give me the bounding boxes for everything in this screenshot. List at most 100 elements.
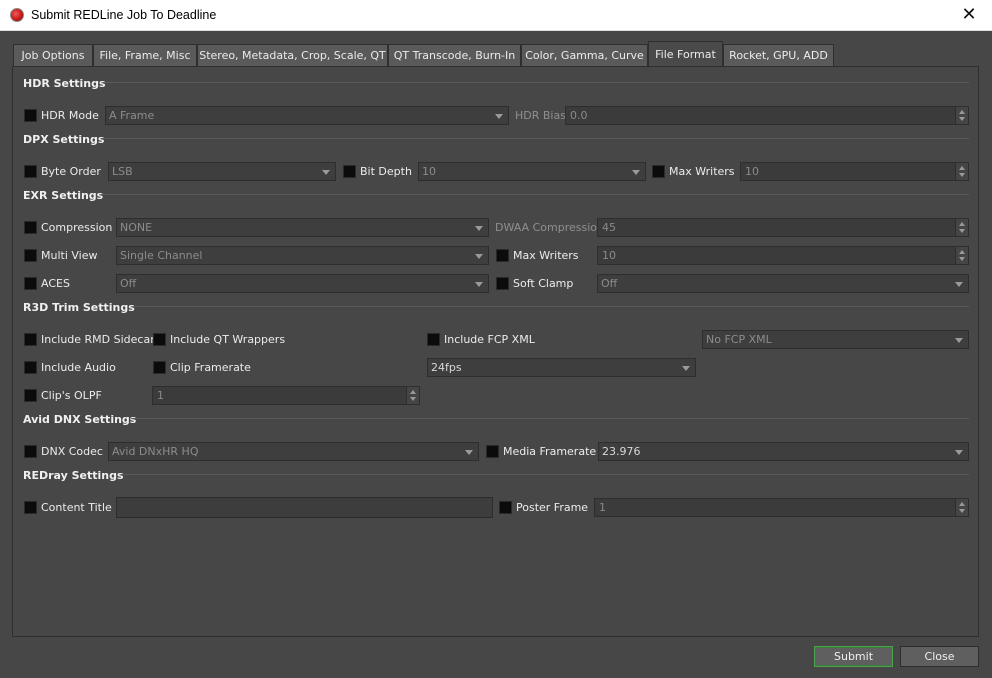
file-format-panel: HDR Settings HDR Mode A Frame HDR Bias 0… (12, 66, 979, 637)
hdr-settings-title: HDR Settings (23, 77, 106, 90)
spin-down-icon (410, 397, 416, 401)
hdr-divider (103, 82, 969, 83)
window-close-button[interactable]: ✕ (946, 0, 992, 31)
chevron-down-icon (475, 226, 483, 231)
clip-framerate-label: Clip Framerate (170, 361, 251, 374)
spin-up-icon (959, 502, 965, 506)
title-bar: Submit REDLine Job To Deadline ✕ (0, 0, 992, 31)
exr-settings-title: EXR Settings (23, 189, 104, 202)
dpx-max-writers-label: Max Writers (669, 165, 735, 178)
multi-view-label: Multi View (41, 249, 98, 262)
redline-app-icon (10, 8, 24, 22)
include-qt-wrappers-checkbox[interactable] (153, 333, 166, 346)
include-audio-label: Include Audio (41, 361, 116, 374)
clips-olpf-spinbox[interactable]: 1 (152, 386, 420, 405)
dnx-codec-select[interactable]: Avid DNxHR HQ (108, 442, 479, 461)
content-title-label: Content Title (41, 501, 112, 514)
poster-frame-checkbox[interactable] (499, 501, 512, 514)
multi-view-select[interactable]: Single Channel (116, 246, 489, 265)
clip-framerate-checkbox[interactable] (153, 361, 166, 374)
tab-file-format[interactable]: File Format (648, 41, 723, 66)
tab-file-frame-misc[interactable]: File, Frame, Misc (93, 44, 197, 66)
spin-up-icon (959, 222, 965, 226)
spin-up-icon (959, 110, 965, 114)
spin-buttons[interactable] (955, 219, 968, 236)
spin-down-icon (959, 229, 965, 233)
chevron-down-icon (465, 450, 473, 455)
multi-view-checkbox[interactable] (24, 249, 37, 262)
soft-clamp-select[interactable]: Off (597, 274, 969, 293)
hdr-mode-label: HDR Mode (41, 109, 99, 122)
chevron-down-icon (955, 338, 963, 343)
spin-down-icon (959, 257, 965, 261)
redray-divider (121, 474, 969, 475)
include-qt-wrappers-label: Include QT Wrappers (170, 333, 286, 346)
dpx-max-writers-spinbox[interactable]: 10 (740, 162, 969, 181)
tab-job-options[interactable]: Job Options (13, 44, 93, 66)
dpx-max-writers-checkbox[interactable] (652, 165, 665, 178)
hdr-bias-spinbox[interactable]: 0.0 (565, 106, 969, 125)
compression-select[interactable]: NONE (116, 218, 489, 237)
close-button[interactable]: Close (900, 646, 979, 667)
exr-max-writers-label: Max Writers (513, 249, 579, 262)
clips-olpf-checkbox[interactable] (24, 389, 37, 402)
media-framerate-select[interactable]: 23.976 (598, 442, 969, 461)
window-title: Submit REDLine Job To Deadline (31, 8, 217, 22)
exr-max-writers-spinbox[interactable]: 10 (597, 246, 969, 265)
media-framerate-checkbox[interactable] (486, 445, 499, 458)
byte-order-label: Byte Order (41, 165, 101, 178)
chevron-down-icon (682, 366, 690, 371)
hdr-mode-checkbox[interactable] (24, 109, 37, 122)
compression-label: Compression (41, 221, 113, 234)
byte-order-checkbox[interactable] (24, 165, 37, 178)
content-title-checkbox[interactable] (24, 501, 37, 514)
submit-button[interactable]: Submit (814, 646, 893, 667)
chevron-down-icon (632, 170, 640, 175)
spin-buttons[interactable] (955, 107, 968, 124)
tab-stereo-metadata[interactable]: Stereo, Metadata, Crop, Scale, QT (197, 44, 388, 66)
fcp-xml-select[interactable]: No FCP XML (702, 330, 969, 349)
tab-rocket-gpu[interactable]: Rocket, GPU, ADD (723, 44, 834, 66)
spin-buttons[interactable] (955, 247, 968, 264)
tab-qt-transcode[interactable]: QT Transcode, Burn-In (388, 44, 521, 66)
compression-checkbox[interactable] (24, 221, 37, 234)
poster-frame-spinbox[interactable]: 1 (594, 498, 969, 517)
include-rmd-sidecar-checkbox[interactable] (24, 333, 37, 346)
bit-depth-select[interactable]: 10 (418, 162, 646, 181)
dnx-codec-label: DNX Codec (41, 445, 103, 458)
soft-clamp-label: Soft Clamp (513, 277, 574, 290)
spin-buttons[interactable] (955, 163, 968, 180)
redray-settings-title: REDray Settings (23, 469, 124, 482)
include-fcp-xml-checkbox[interactable] (427, 333, 440, 346)
dwaa-compression-spinbox[interactable]: 45 (597, 218, 969, 237)
r3d-divider (133, 306, 969, 307)
include-audio-checkbox[interactable] (24, 361, 37, 374)
spin-buttons[interactable] (955, 499, 968, 516)
clips-olpf-label: Clip's OLPF (41, 389, 102, 402)
bit-depth-label: Bit Depth (360, 165, 412, 178)
tab-color-gamma[interactable]: Color, Gamma, Curve (521, 44, 648, 66)
dwaa-compression-label: DWAA Compression (495, 221, 604, 234)
content-title-input[interactable] (116, 497, 493, 518)
chevron-down-icon (322, 170, 330, 175)
r3d-trim-settings-title: R3D Trim Settings (23, 301, 135, 314)
aces-checkbox[interactable] (24, 277, 37, 290)
bit-depth-checkbox[interactable] (343, 165, 356, 178)
hdr-bias-label: HDR Bias (515, 109, 566, 122)
dnx-divider (131, 418, 969, 419)
clip-framerate-select[interactable]: 24fps (427, 358, 696, 377)
byte-order-select[interactable]: LSB (108, 162, 336, 181)
chevron-down-icon (955, 450, 963, 455)
hdr-mode-select[interactable]: A Frame (105, 106, 509, 125)
soft-clamp-checkbox[interactable] (496, 277, 509, 290)
include-fcp-xml-label: Include FCP XML (444, 333, 535, 346)
exr-max-writers-checkbox[interactable] (496, 249, 509, 262)
include-rmd-sidecar-label: Include RMD Sidecar (41, 333, 155, 346)
spin-up-icon (410, 390, 416, 394)
aces-select[interactable]: Off (116, 274, 489, 293)
spin-buttons[interactable] (406, 387, 419, 404)
dpx-settings-title: DPX Settings (23, 133, 105, 146)
chevron-down-icon (955, 282, 963, 287)
chevron-down-icon (475, 282, 483, 287)
dnx-codec-checkbox[interactable] (24, 445, 37, 458)
